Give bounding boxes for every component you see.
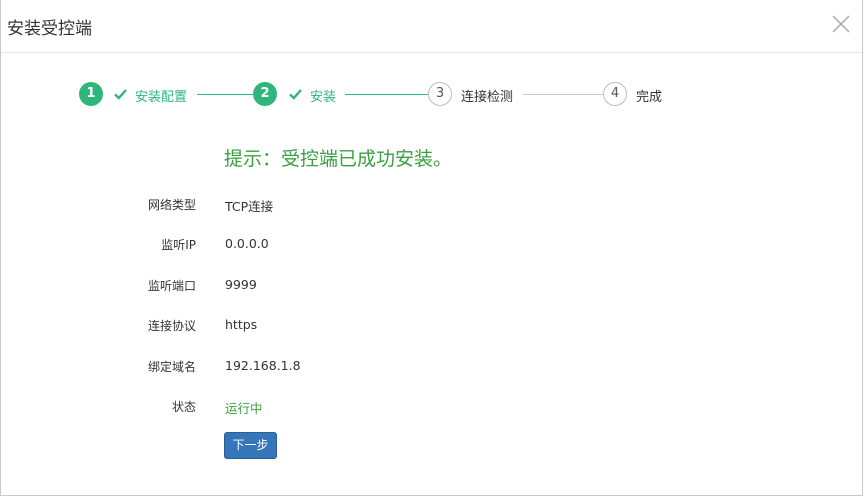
step-4-label: 完成: [636, 90, 663, 105]
step-4-number: 4: [603, 82, 627, 106]
dialog-title: 安装受控端: [7, 19, 92, 39]
field-row-listen-port: 监听端口 9999: [1, 275, 601, 295]
field-label: 监听IP: [161, 238, 196, 252]
progress-steps: 1 安装配置 2 安装 3 连接检测 4 完成: [1, 80, 864, 112]
field-row-listen-ip: 监听IP 0.0.0.0: [1, 234, 601, 254]
field-row-network-type: 网络类型 TCP连接: [1, 194, 601, 214]
field-row-protocol: 连接协议 https: [1, 315, 601, 335]
field-value: https: [225, 317, 258, 332]
next-step-button[interactable]: 下一步: [224, 432, 277, 459]
field-label: 连接协议: [147, 319, 196, 333]
field-row-status: 状态 运行中: [1, 396, 601, 416]
step-2-label: 安装: [310, 90, 337, 105]
field-row-domain: 绑定域名 192.168.1.8: [1, 356, 601, 376]
field-label: 绑定域名: [147, 360, 196, 374]
step-1-label: 安装配置: [135, 90, 188, 105]
field-value: TCP连接: [225, 199, 274, 214]
field-value: 9999: [225, 277, 257, 292]
step-3-number: 3: [428, 82, 452, 106]
check-icon: [289, 89, 302, 100]
field-value: 192.168.1.8: [225, 358, 301, 373]
field-value: 0.0.0.0: [225, 236, 269, 251]
step-2-number: 2: [253, 82, 277, 106]
check-icon: [114, 89, 127, 100]
field-label: 监听端口: [147, 279, 196, 293]
step-connector: [523, 94, 603, 95]
dialog-header: 安装受控端: [1, 0, 862, 53]
field-label: 网络类型: [147, 198, 196, 212]
close-icon[interactable]: [828, 11, 854, 37]
success-hint: 提示：受控端已成功安装。: [224, 148, 453, 170]
step-3-label: 连接检测: [461, 90, 514, 105]
field-label: 状态: [171, 400, 196, 414]
status-value: 运行中: [225, 401, 263, 416]
step-connector: [197, 94, 253, 95]
step-connector: [345, 94, 428, 95]
install-dialog: 安装受控端 1 安装配置 2 安装 3 连接检测 4 完成 提示：受控端已成功安…: [0, 0, 863, 496]
step-1-number: 1: [79, 82, 103, 106]
